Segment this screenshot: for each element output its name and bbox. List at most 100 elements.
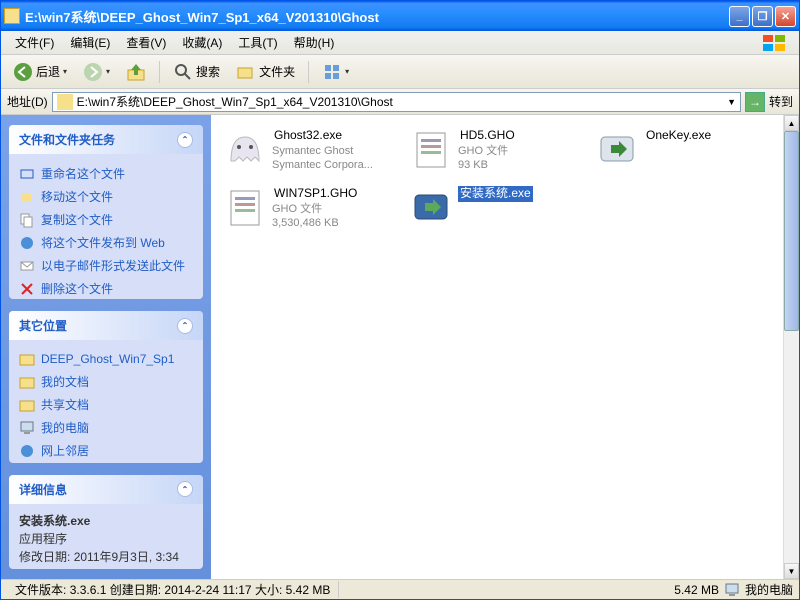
- forward-button[interactable]: ▾: [77, 59, 116, 85]
- up-folder-icon: [126, 62, 146, 82]
- details-title: 详细信息: [19, 481, 67, 498]
- address-path: E:\win7系统\DEEP_Ghost_Win7_Sp1_x64_V20131…: [77, 93, 393, 110]
- addressbar: 地址(D) E:\win7系统\DEEP_Ghost_Win7_Sp1_x64_…: [1, 89, 799, 115]
- installer-exe-icon: [410, 186, 452, 228]
- other-places-panel: 其它位置 ⌃ DEEP_Ghost_Win7_Sp1 我的文档 共享文档 我的电…: [9, 311, 203, 462]
- folder-icon: [19, 351, 35, 367]
- toolbar: 后退 ▾ ▾ 搜索 文件夹 ▾: [1, 55, 799, 89]
- chevron-up-icon: ⌃: [177, 481, 193, 497]
- documents-icon: [19, 374, 35, 390]
- scroll-thumb[interactable]: [784, 131, 799, 331]
- email-icon: [19, 258, 35, 274]
- tasks-panel: 文件和文件夹任务 ⌃ 重命名这个文件 移动这个文件 复制这个文件 将这个文件发布…: [9, 125, 203, 299]
- maximize-button[interactable]: ❐: [752, 6, 773, 27]
- scroll-up-button[interactable]: ▲: [784, 115, 799, 131]
- minimize-button[interactable]: _: [729, 6, 750, 27]
- tasks-panel-header[interactable]: 文件和文件夹任务 ⌃: [9, 125, 203, 154]
- forward-icon: [83, 62, 103, 82]
- task-copy[interactable]: 复制这个文件: [19, 208, 193, 231]
- search-label: 搜索: [196, 63, 220, 80]
- chevron-up-icon: ⌃: [177, 132, 193, 148]
- onekey-exe-icon: [596, 128, 638, 170]
- delete-icon: [19, 281, 35, 297]
- file-item[interactable]: WIN7SP1.GHOGHO 文件3,530,486 KB: [221, 183, 391, 233]
- place-network[interactable]: 网上邻居: [19, 439, 193, 462]
- window-title: E:\win7系统\DEEP_Ghost_Win7_Sp1_x64_V20131…: [25, 7, 729, 26]
- titlebar[interactable]: E:\win7系统\DEEP_Ghost_Win7_Sp1_x64_V20131…: [1, 1, 799, 31]
- folder-icon: [57, 94, 73, 110]
- vertical-scrollbar[interactable]: ▲ ▼: [783, 115, 799, 579]
- task-move[interactable]: 移动这个文件: [19, 185, 193, 208]
- other-places-header[interactable]: 其它位置 ⌃: [9, 311, 203, 340]
- views-button[interactable]: ▾: [316, 59, 355, 85]
- menu-tools[interactable]: 工具(T): [230, 34, 285, 51]
- task-rename[interactable]: 重命名这个文件: [19, 162, 193, 185]
- file-item[interactable]: OneKey.exe: [593, 125, 763, 175]
- copy-icon: [19, 212, 35, 228]
- network-icon: [19, 443, 35, 459]
- search-button[interactable]: 搜索: [167, 59, 226, 85]
- folders-label: 文件夹: [259, 63, 295, 80]
- close-button[interactable]: ✕: [775, 6, 796, 27]
- details-type: 应用程序: [19, 530, 193, 548]
- sidebar: 文件和文件夹任务 ⌃ 重命名这个文件 移动这个文件 复制这个文件 将这个文件发布…: [1, 115, 211, 579]
- scroll-down-button[interactable]: ▼: [784, 563, 799, 579]
- task-delete[interactable]: 删除这个文件: [19, 277, 193, 299]
- go-button[interactable]: →: [745, 92, 765, 112]
- status-version: 文件版本: 3.3.6.1 创建日期: 2014-2-24 11:17 大小: …: [7, 581, 339, 598]
- go-arrow-icon: →: [749, 95, 761, 109]
- shared-folder-icon: [19, 397, 35, 413]
- place-folder[interactable]: DEEP_Ghost_Win7_Sp1: [19, 348, 193, 370]
- address-label: 地址(D): [7, 93, 48, 110]
- back-icon: [13, 62, 33, 82]
- menubar: 文件(F) 编辑(E) 查看(V) 收藏(A) 工具(T) 帮助(H): [1, 31, 799, 55]
- file-item[interactable]: Ghost32.exeSymantec GhostSymantec Corpor…: [221, 125, 391, 175]
- web-icon: [19, 235, 35, 251]
- place-computer[interactable]: 我的电脑: [19, 416, 193, 439]
- gho-file-icon: [224, 186, 266, 228]
- ghost-exe-icon: [224, 128, 266, 170]
- gho-file-icon: [410, 128, 452, 170]
- details-panel: 详细信息 ⌃ 安装系统.exe 应用程序 修改日期: 2011年9月3日, 3:…: [9, 475, 203, 569]
- back-button[interactable]: 后退 ▾: [7, 59, 73, 85]
- computer-icon: [19, 420, 35, 436]
- details-modified-label: 修改日期:: [19, 550, 70, 564]
- place-shared[interactable]: 共享文档: [19, 393, 193, 416]
- folder-icon: [4, 8, 20, 24]
- statusbar: 文件版本: 3.3.6.1 创建日期: 2014-2-24 11:17 大小: …: [1, 579, 799, 599]
- chevron-down-icon: ▾: [63, 67, 67, 76]
- status-location: 我的电脑: [745, 581, 793, 598]
- place-documents[interactable]: 我的文档: [19, 370, 193, 393]
- menu-help[interactable]: 帮助(H): [286, 34, 343, 51]
- file-item-selected[interactable]: 安装系统.exe: [407, 183, 577, 233]
- address-input[interactable]: E:\win7系统\DEEP_Ghost_Win7_Sp1_x64_V20131…: [52, 92, 741, 112]
- file-list[interactable]: Ghost32.exeSymantec GhostSymantec Corpor…: [211, 115, 799, 579]
- details-filename: 安装系统.exe: [19, 512, 193, 530]
- file-item[interactable]: HD5.GHOGHO 文件93 KB: [407, 125, 577, 175]
- menu-favorites[interactable]: 收藏(A): [174, 34, 230, 51]
- menu-view[interactable]: 查看(V): [118, 34, 174, 51]
- chevron-down-icon[interactable]: ▼: [727, 97, 736, 107]
- details-header[interactable]: 详细信息 ⌃: [9, 475, 203, 504]
- views-icon: [322, 62, 342, 82]
- tasks-panel-title: 文件和文件夹任务: [19, 131, 115, 148]
- chevron-down-icon: ▾: [345, 67, 349, 76]
- folders-button[interactable]: 文件夹: [230, 59, 301, 85]
- search-icon: [173, 62, 193, 82]
- status-size: 5.42 MB: [674, 583, 719, 597]
- other-places-title: 其它位置: [19, 317, 67, 334]
- back-label: 后退: [36, 63, 60, 80]
- menu-file[interactable]: 文件(F): [7, 34, 62, 51]
- task-publish[interactable]: 将这个文件发布到 Web: [19, 231, 193, 254]
- task-email[interactable]: 以电子邮件形式发送此文件: [19, 254, 193, 277]
- windows-logo-icon: [763, 33, 793, 53]
- menu-edit[interactable]: 编辑(E): [62, 34, 118, 51]
- chevron-up-icon: ⌃: [177, 318, 193, 334]
- computer-icon: [725, 583, 739, 597]
- chevron-down-icon: ▾: [106, 67, 110, 76]
- rename-icon: [19, 166, 35, 182]
- folders-icon: [236, 62, 256, 82]
- details-modified: 2011年9月3日, 3:34: [74, 550, 179, 564]
- up-button[interactable]: [120, 59, 152, 85]
- move-icon: [19, 189, 35, 205]
